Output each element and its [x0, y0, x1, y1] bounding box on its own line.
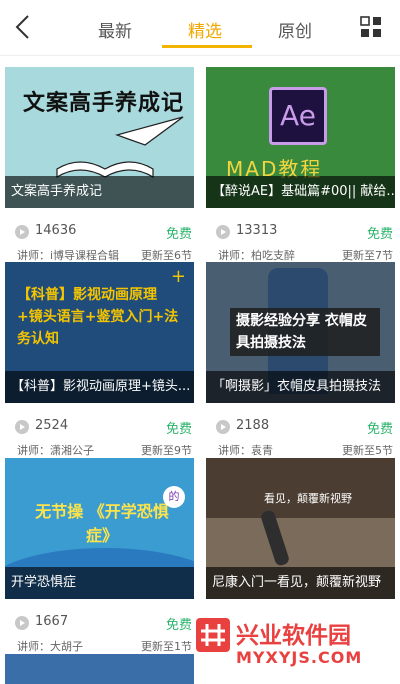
view-count: 2188	[236, 418, 270, 433]
active-tab-indicator	[162, 45, 252, 48]
course-title: 文案高手养成记	[5, 176, 194, 208]
teacher-name: 讲师：袁青	[218, 444, 273, 457]
teacher-name: 讲师：i博导课程合辑	[17, 249, 120, 262]
teacher-name: 讲师：柏吃支醉	[218, 249, 295, 262]
course-card[interactable]: 摄影经验分享 衣帽皮具拍摄技法 「啊摄影」衣帽皮具拍摄技法 2188 免费 讲师…	[206, 262, 395, 462]
price-label: 免费	[165, 618, 192, 633]
price-label: 免费	[165, 227, 192, 242]
ceiling-shape	[206, 458, 395, 518]
price-label: 免费	[165, 422, 192, 437]
update-progress: 更新至1节	[141, 640, 192, 653]
play-count-icon	[15, 616, 29, 630]
course-card[interactable]: 无节操 《开学恐惧症》 的 开学恐惧症	[5, 458, 194, 599]
teacher-name: 讲师：潇湘公子	[17, 444, 94, 457]
course-thumbnail: 摄影经验分享 衣帽皮具拍摄技法 「啊摄影」衣帽皮具拍摄技法	[206, 262, 395, 403]
badge-icon: 的	[163, 486, 185, 508]
course-title: 【醉说AE】基础篇#00|| 献给...	[206, 176, 395, 208]
course-thumbnail	[5, 654, 194, 684]
thumbnail-title: 看见，颠覆新视野	[264, 492, 352, 505]
update-progress: 更新至5节	[342, 444, 393, 457]
tab-bar: 最新 精选 原创	[70, 0, 340, 56]
update-progress: 更新至6节	[141, 249, 192, 262]
thumbnail-title: 文案高手养成记	[23, 91, 185, 116]
watermark-name: 兴业软件园	[236, 623, 351, 649]
play-count-icon	[15, 225, 29, 239]
course-thumbnail: 看见，颠覆新视野 尼康入门一看见，颠覆新视野	[206, 458, 395, 599]
view-count: 13313	[236, 223, 278, 238]
course-thumbnail: 无节操 《开学恐惧症》 的 开学恐惧症	[5, 458, 194, 599]
course-card[interactable]: 【科普】影视动画原理+镜头语言+鉴赏入门+法务认知 + 【科普】影视动画原理+镜…	[5, 262, 194, 462]
price-label: 免费	[366, 422, 393, 437]
top-nav: 最新 精选 原创	[0, 0, 400, 56]
watermark-url: MYXYJS.COM	[236, 648, 363, 667]
course-thumbnail: Ae MAD教程 【醉说AE】基础篇#00|| 献给...	[206, 67, 395, 208]
course-card[interactable]: 1667 免费 讲师：大胡子 更新至1节	[5, 600, 194, 684]
thumbnail-title: 【科普】影视动画原理+镜头语言+鉴赏入门+法务认知	[17, 287, 179, 347]
view-count: 14636	[35, 223, 77, 238]
grid-view-icon[interactable]	[360, 16, 382, 38]
view-count: 1667	[35, 614, 69, 629]
course-card[interactable]: Ae MAD教程 【醉说AE】基础篇#00|| 献给... 13313 免费 讲…	[206, 67, 395, 267]
ae-logo-icon: Ae	[269, 87, 327, 145]
tab-featured[interactable]: 精选	[165, 17, 245, 42]
play-count-icon	[216, 225, 230, 239]
tab-latest[interactable]: 最新	[75, 17, 155, 42]
course-title: 尼康入门一看见，颠覆新视野	[206, 567, 395, 599]
tab-original[interactable]: 原创	[255, 17, 335, 42]
price-label: 免费	[366, 227, 393, 242]
view-count: 2524	[35, 418, 69, 433]
thumbnail-title: 摄影经验分享 衣帽皮具拍摄技法	[230, 308, 380, 356]
course-card[interactable]: 文案高手养成记 文案高手养成记 14636 免费 讲师：i博导课程合辑 更新至6…	[5, 67, 194, 267]
thumbnail-title: 无节操 《开学恐惧症》	[35, 502, 169, 545]
teacher-name: 讲师：大胡子	[17, 640, 83, 653]
course-thumbnail: 文案高手养成记 文案高手养成记	[5, 67, 194, 208]
update-progress: 更新至7节	[342, 249, 393, 262]
update-progress: 更新至9节	[141, 444, 192, 457]
course-card[interactable]: 看见，颠覆新视野 尼康入门一看见，颠覆新视野	[206, 458, 395, 599]
play-count-icon	[15, 420, 29, 434]
play-count-icon	[216, 420, 230, 434]
watermark-logo-icon	[196, 618, 230, 652]
chevron-left-icon[interactable]	[8, 10, 38, 44]
course-thumbnail: 【科普】影视动画原理+镜头语言+鉴赏入门+法务认知 + 【科普】影视动画原理+镜…	[5, 262, 194, 403]
course-title: 「啊摄影」衣帽皮具拍摄技法	[206, 371, 395, 403]
watermark: 兴业软件园 MYXYJS.COM	[196, 612, 396, 674]
book-icon	[56, 161, 154, 179]
plus-icon: +	[170, 266, 186, 287]
course-title: 【科普】影视动画原理+镜头...	[5, 371, 194, 403]
course-title: 开学恐惧症	[5, 567, 194, 599]
